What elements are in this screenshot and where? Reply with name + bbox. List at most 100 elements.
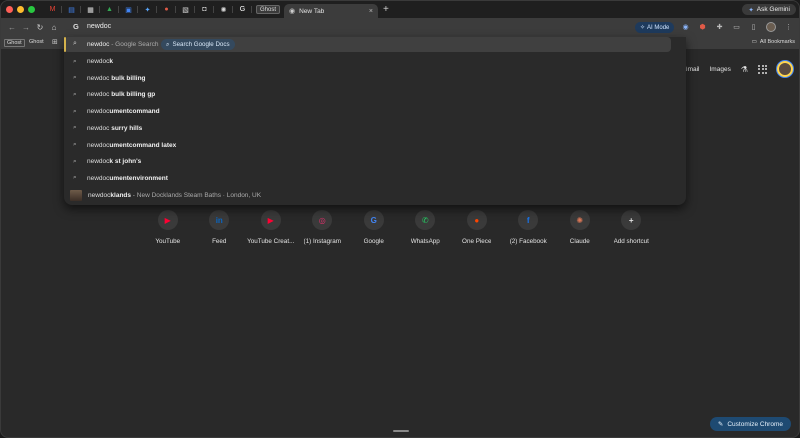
toolbar: ← → ↻ ⌂ G newdoc ✧ AI Mode ◉ ⬢ ✚ ▭ ▯ ⋮ (1, 18, 799, 37)
sidepanel-icon[interactable]: ▯ (749, 23, 758, 32)
pinned-tab-sparkle-icon[interactable]: ✦ (138, 3, 157, 16)
pinned-tab-gmail-icon[interactable]: M (43, 3, 62, 16)
pinned-tab-openai-icon[interactable]: ✺ (214, 3, 233, 16)
place-thumbnail (70, 189, 82, 201)
selected-suggestion-text: newdoc - Google Search (87, 41, 159, 48)
omnibox-input[interactable]: newdoc (87, 23, 111, 30)
suggestion-item[interactable]: ⌕ newdocumentcommand (73, 104, 160, 119)
search-google-docs-chip[interactable]: ⌕ Search Google Docs (161, 39, 235, 50)
menu-kebab-icon[interactable]: ⋮ (784, 23, 793, 32)
search-icon: ⌕ (73, 40, 77, 47)
ghost-tab-chip[interactable]: Ghost (256, 5, 281, 14)
suggestion-item[interactable]: ⌕ newdock st john's (73, 154, 141, 169)
suggestion-item[interactable]: ⌕ newdoc surry hills (73, 121, 142, 136)
customize-chrome-button[interactable]: ✎ Customize Chrome (709, 417, 791, 431)
images-link[interactable]: Images (710, 66, 731, 73)
shortcut-youtube-creat[interactable]: ▶ YouTube Creat... (245, 210, 297, 245)
suggestion-item[interactable]: ⌕ newdocumentcommand latex (73, 138, 176, 153)
suggestion-item[interactable]: ⌕ newdock (73, 54, 113, 69)
chrome-icon: ◉ (289, 8, 296, 15)
back-icon[interactable]: ← (5, 23, 19, 32)
ask-gemini-button[interactable]: ✦ Ask Gemini (742, 4, 796, 15)
suggestion-item[interactable]: ⌕ newdoc bulk billing (73, 71, 146, 86)
ai-search-icon: ✧ (640, 25, 646, 31)
suggestion-text: newdocumentcommand latex (87, 141, 177, 149)
selected-suggestion[interactable]: ⌕ newdoc - Google Search ⌕ Search Google… (64, 37, 671, 52)
google-icon: G (239, 6, 246, 13)
pinned-tabs: M ▤ ▦ ▲ ▣ ✦ ● ▧ ◘ ✺ G (43, 3, 252, 16)
shortcut-2-facebook[interactable]: f (2) Facebook (503, 210, 555, 245)
ai-mode-button[interactable]: ✧ AI Mode (635, 22, 675, 33)
suggestion-item[interactable]: newdocklands - New Docklands Steam Baths… (70, 188, 262, 203)
dark-app-icon: ◘ (202, 6, 207, 13)
search-icon: ⌕ (73, 141, 77, 148)
customize-label: Customize Chrome (727, 420, 783, 428)
account-avatar[interactable] (777, 61, 793, 77)
pinned-tab-dark-app-icon[interactable]: ◘ (195, 3, 214, 16)
pinned-tab-red-app-icon[interactable]: ● (157, 3, 176, 16)
google-apps-icon[interactable] (758, 64, 767, 74)
profile-avatar[interactable] (766, 22, 776, 32)
shortcut-one-piece[interactable]: ● One Piece (451, 210, 503, 245)
maximize-window-button[interactable] (28, 6, 35, 13)
extensions-puzzle-icon[interactable]: ✚ (715, 23, 724, 32)
search-icon: ⌕ (166, 40, 170, 48)
labs-flask-icon[interactable]: ⚗ (741, 65, 748, 74)
shortcut-favicon-icon: ✺ (569, 210, 590, 230)
suggestion-item[interactable]: ⌕ newdocumentenvironment (73, 171, 168, 186)
red-app-icon: ● (164, 6, 169, 13)
pinned-tab-box-icon[interactable]: ▧ (176, 3, 195, 16)
forward-icon[interactable]: → (19, 23, 33, 32)
bookmark-ghost-2[interactable]: Ghost (27, 39, 46, 47)
bookmark-ghost-1[interactable]: Ghost (4, 39, 25, 47)
pinned-tab-docs-icon[interactable]: ▤ (62, 3, 81, 16)
ai-mode-label: AI Mode (647, 24, 670, 31)
shortcut-add-shortcut[interactable]: + Add shortcut (606, 210, 658, 245)
pinned-tab-notion-icon[interactable]: ▦ (81, 3, 100, 16)
cast-icon[interactable]: ▭ (732, 23, 741, 32)
minimize-window-button[interactable] (17, 6, 24, 13)
suggestion-text: newdocumentenvironment (87, 174, 168, 182)
drive-icon: ▲ (106, 6, 113, 13)
gmail-icon: M (49, 6, 56, 13)
shortcut-claude[interactable]: ✺ Claude (554, 210, 606, 245)
search-icon: ⌕ (73, 107, 77, 115)
shortcut-favicon-icon: ▶ (260, 210, 281, 230)
pinned-tab-drive-icon[interactable]: ▲ (100, 3, 119, 16)
close-tab-icon[interactable]: × (369, 8, 373, 15)
resize-handle[interactable] (393, 430, 409, 432)
sparkle-icon: ✦ (144, 6, 151, 14)
all-bookmarks-button[interactable]: ▭ All Bookmarks (752, 39, 795, 45)
shortcut-favicon-icon: ◎ (312, 210, 333, 230)
pinned-tab-calendar-icon[interactable]: ▣ (119, 3, 138, 16)
shortcut-whatsapp[interactable]: ✆ WhatsApp (400, 210, 452, 245)
selection-indicator (64, 37, 66, 52)
extension-blue-icon[interactable]: ◉ (681, 23, 690, 32)
shortcut-feed[interactable]: in Feed (194, 210, 246, 245)
chip-label: Search Google Docs (172, 41, 230, 48)
suggestion-text: newdocklands - New Docklands Steam Baths… (88, 191, 262, 199)
close-window-button[interactable] (6, 6, 13, 13)
tab-strip: M ▤ ▦ ▲ ▣ ✦ ● ▧ ◘ ✺ G Ghost ◉ New Tab × + ✦ Ask Ge… (1, 1, 799, 18)
gemini-icon: ✦ (748, 6, 754, 14)
shortcut-1-instagram[interactable]: ◎ (1) Instagram (297, 210, 349, 245)
shortcut-label: Claude (569, 238, 590, 245)
tab-title: New Tab (299, 7, 325, 15)
extension-red-icon[interactable]: ⬢ (698, 23, 707, 32)
search-icon: ⌕ (73, 124, 77, 132)
suggestion-text: newdoc bulk billing (87, 74, 146, 82)
grid-icon[interactable]: ⊞ (52, 38, 58, 46)
ask-gemini-label: Ask Gemini (756, 6, 790, 13)
home-icon[interactable]: ⌂ (47, 23, 61, 32)
new-tab-button[interactable]: + (383, 4, 389, 15)
shortcut-youtube[interactable]: ▶ YouTube (142, 210, 194, 245)
shortcut-label: Add shortcut (613, 238, 649, 245)
pinned-tab-google-icon[interactable]: G (233, 3, 252, 16)
suggestion-item[interactable]: ⌕ newdoc bulk billing gp (73, 87, 155, 102)
docs-icon: ▤ (68, 6, 75, 14)
folder-icon: ▭ (751, 39, 757, 45)
toolbar-icons: ◉ ⬢ ✚ ▭ ▯ ⋮ (681, 22, 793, 32)
shortcut-google[interactable]: G Google (348, 210, 400, 245)
reload-icon[interactable]: ↻ (33, 23, 47, 32)
tab-new-tab[interactable]: ◉ New Tab × (284, 4, 379, 18)
